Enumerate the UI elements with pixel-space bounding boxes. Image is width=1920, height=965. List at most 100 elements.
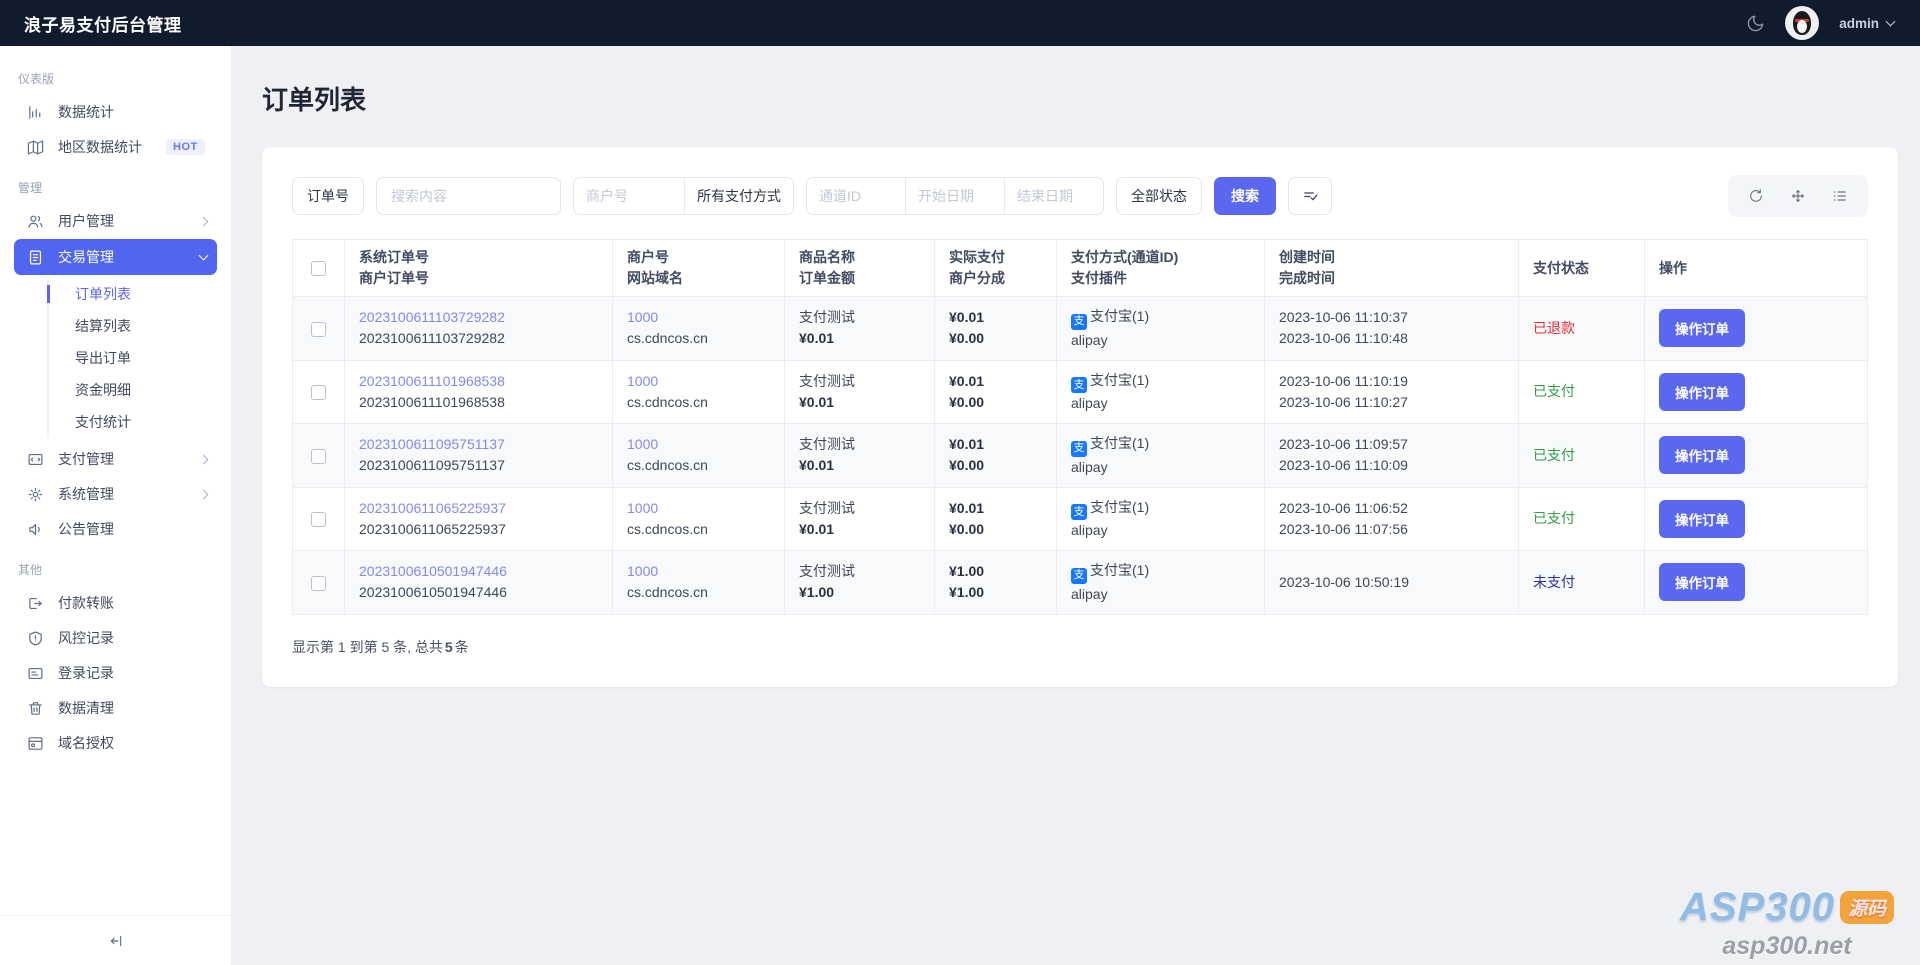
search-input[interactable] [376, 177, 561, 215]
operate-order-button[interactable]: 操作订单 [1659, 309, 1745, 347]
sys-order-link[interactable]: 2023100611103729282 [359, 309, 505, 325]
status-badge: 未支付 [1533, 574, 1575, 590]
sidebar-item-login-records[interactable]: 登录记录 [14, 656, 217, 690]
sidebar-subitem-order-list[interactable]: 订单列表 [49, 278, 231, 310]
user-menu[interactable]: admin [1839, 16, 1894, 31]
filter-bar: 订单号 所有支付方式 全部状态 搜索 [292, 175, 1868, 217]
sidebar-item-user-management[interactable]: 用户管理 [14, 204, 217, 238]
merchant-id-link[interactable]: 1000 [627, 309, 658, 325]
merchant-share: ¥0.00 [949, 455, 1042, 476]
sidebar-item-data-stats[interactable]: 数据统计 [14, 95, 217, 129]
operate-order-button[interactable]: 操作订单 [1659, 373, 1745, 411]
sidebar-item-payment-management[interactable]: 支付管理 [14, 442, 217, 476]
created-time: 2023-10-06 11:06:52 [1279, 498, 1504, 519]
pay-plugin: alipay [1071, 584, 1250, 605]
sidebar-item-domain-license[interactable]: 域名授权 [14, 726, 217, 760]
channel-id-input[interactable] [819, 188, 893, 204]
merchant-id-input[interactable] [586, 188, 672, 204]
start-date-input[interactable] [918, 188, 992, 204]
col-header-paid: 实际支付商户分成 [935, 240, 1057, 297]
orders-table: 系统订单号商户订单号 商户号网站域名 商品名称订单金额 实际支付商户分成 支付方… [292, 239, 1868, 615]
watermark-brand: ASP300 [1680, 885, 1835, 930]
dark-mode-toggle[interactable] [1746, 14, 1765, 33]
merchant-id-link[interactable]: 1000 [627, 563, 658, 579]
sidebar-subitem-label: 导出订单 [75, 348, 131, 368]
sidebar-item-label: 支付管理 [58, 449, 114, 469]
created-time: 2023-10-06 10:50:19 [1279, 572, 1504, 593]
merchant-id-link[interactable]: 1000 [627, 373, 658, 389]
collapse-left-icon [107, 933, 125, 949]
sys-order-link[interactable]: 2023100611065225937 [359, 500, 506, 516]
sidebar-subitem-export-orders[interactable]: 导出订单 [49, 342, 231, 374]
sys-order-link[interactable]: 2023100610501947446 [359, 563, 507, 579]
site-domain: cs.cdncos.cn [627, 392, 770, 413]
sidebar-subitem-label: 订单列表 [75, 284, 131, 304]
row-checkbox[interactable] [311, 449, 326, 464]
row-checkbox[interactable] [311, 576, 326, 591]
export-arrow-icon [27, 595, 44, 612]
merchant-id-link[interactable]: 1000 [627, 500, 658, 516]
search-button[interactable]: 搜索 [1214, 177, 1276, 215]
sidebar-item-region-stats[interactable]: 地区数据统计 HOT [14, 130, 217, 164]
sidebar-subitem-fund-details[interactable]: 资金明细 [49, 374, 231, 406]
product-name: 支付测试 [799, 561, 920, 582]
site-domain: cs.cdncos.cn [627, 455, 770, 476]
page-title: 订单列表 [262, 80, 1898, 117]
status-badge: 已支付 [1533, 383, 1575, 399]
sidebar-item-label: 用户管理 [58, 211, 114, 231]
row-checkbox[interactable] [311, 322, 326, 337]
row-checkbox[interactable] [311, 385, 326, 400]
select-all-checkbox[interactable] [311, 261, 326, 276]
sidebar-item-trade-management[interactable]: 交易管理 [14, 239, 217, 275]
end-date-input[interactable] [1017, 188, 1091, 204]
pay-method-value: 所有支付方式 [697, 186, 781, 206]
created-time: 2023-10-06 11:09:57 [1279, 434, 1504, 455]
operate-order-button[interactable]: 操作订单 [1659, 563, 1745, 601]
browser-icon [27, 735, 44, 752]
sidebar-subitem-payment-stats[interactable]: 支付统计 [49, 406, 231, 438]
list-icon [1832, 188, 1848, 204]
paid-amount: ¥1.00 [949, 561, 1042, 582]
sidebar-item-risk-records[interactable]: 风控记录 [14, 621, 217, 655]
sys-order-link[interactable]: 2023100611101968538 [359, 373, 505, 389]
table-row: 20231006110652259372023100611065225937 1… [293, 487, 1868, 551]
sys-order-link[interactable]: 2023100611095751137 [359, 436, 505, 452]
sidebar-collapse-button[interactable] [0, 915, 231, 965]
column-settings-button[interactable] [1824, 180, 1856, 212]
sidebar-item-system-management[interactable]: 系统管理 [14, 477, 217, 511]
refresh-icon [1748, 188, 1764, 204]
sidebar-item-label: 数据统计 [58, 102, 114, 122]
operate-order-button[interactable]: 操作订单 [1659, 500, 1745, 538]
refresh-button[interactable] [1740, 180, 1772, 212]
row-checkbox[interactable] [311, 512, 326, 527]
status-select-value: 全部状态 [1131, 186, 1187, 206]
advanced-filter-button[interactable] [1288, 177, 1332, 215]
status-badge: 已退款 [1533, 320, 1575, 336]
merch-order-no: 2023100610501947446 [359, 582, 598, 603]
sidebar-item-payout-transfer[interactable]: 付款转账 [14, 586, 217, 620]
order-amount: ¥1.00 [799, 582, 920, 603]
sidebar-item-announcement[interactable]: 公告管理 [14, 512, 217, 546]
order-no-type-select[interactable]: 订单号 [292, 177, 364, 215]
watermark-site: asp300.net [1680, 932, 1894, 961]
sidebar-item-label: 风控记录 [58, 628, 114, 648]
product-name: 支付测试 [799, 371, 920, 392]
operate-order-button[interactable]: 操作订单 [1659, 436, 1745, 474]
completed-time: 2023-10-06 11:10:09 [1279, 455, 1504, 476]
status-select[interactable]: 全部状态 [1116, 177, 1202, 215]
move-icon [1790, 188, 1806, 204]
pay-method-select[interactable]: 所有支付方式 [684, 178, 793, 214]
merchant-id-link[interactable]: 1000 [627, 436, 658, 452]
sidebar-item-label: 交易管理 [58, 247, 114, 267]
document-icon [27, 249, 44, 266]
pay-method: 支付宝(1) [1090, 435, 1149, 451]
fullscreen-move-button[interactable] [1782, 180, 1814, 212]
sidebar-subitem-settlement-list[interactable]: 结算列表 [49, 310, 231, 342]
pay-method: 支付宝(1) [1090, 308, 1149, 324]
paid-amount: ¥0.01 [949, 371, 1042, 392]
sidebar-submenu-trade: 订单列表 结算列表 导出订单 资金明细 支付统计 [47, 278, 231, 438]
sidebar-item-label: 公告管理 [58, 519, 114, 539]
pay-plugin: alipay [1071, 330, 1250, 351]
avatar[interactable] [1785, 6, 1819, 40]
sidebar-item-data-cleanup[interactable]: 数据清理 [14, 691, 217, 725]
